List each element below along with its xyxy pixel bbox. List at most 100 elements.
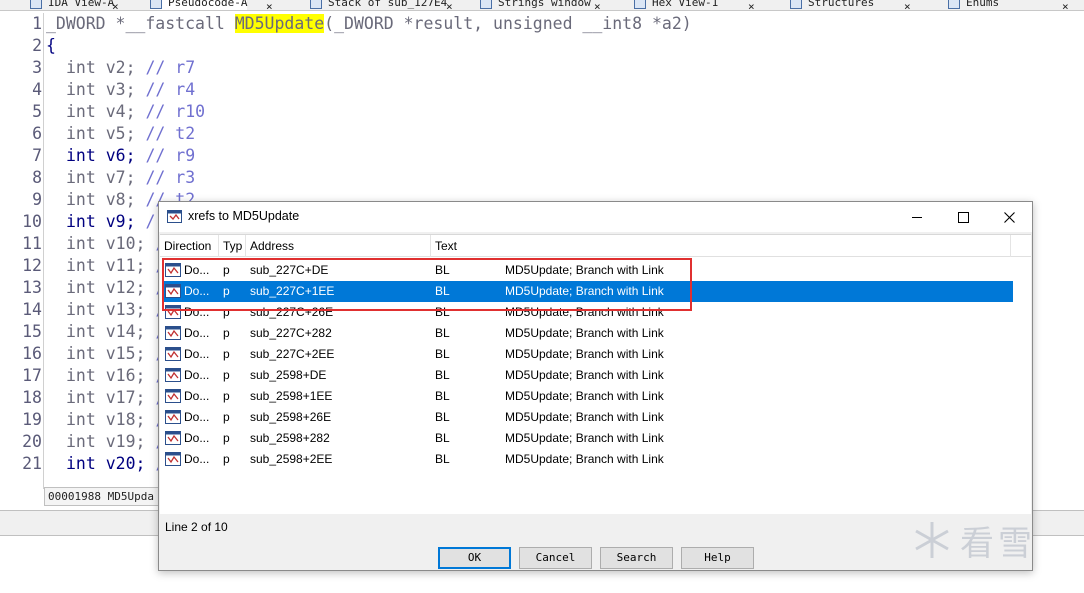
- tab-structures[interactable]: Structures: [790, 0, 874, 10]
- table-row[interactable]: Do... p sub_227C+26E BL MD5Update; Branch wi…: [162, 302, 1013, 323]
- minimize-button[interactable]: [894, 202, 940, 232]
- table-row[interactable]: Do... p sub_2598+282 BL MD5Update; Branch wi…: [162, 428, 1013, 449]
- line-number: 5: [32, 102, 42, 121]
- variable-name[interactable]: v20;: [106, 454, 146, 473]
- highlighted-function-name[interactable]: MD5Update: [234, 14, 325, 33]
- tab-close-icon[interactable]: ×: [446, 0, 453, 10]
- type-keyword: int: [66, 212, 96, 231]
- column-header-address[interactable]: Address: [246, 235, 431, 257]
- tab-enums[interactable]: Enums: [948, 0, 999, 10]
- tab-close-icon[interactable]: ×: [904, 0, 911, 10]
- cell-direction: Do...: [184, 410, 210, 424]
- variable-name[interactable]: v7;: [106, 168, 136, 187]
- dialog-title-bar[interactable]: xrefs to MD5Update: [159, 202, 1032, 232]
- tab-pseudocode-a[interactable]: Pseudocode-A: [150, 0, 248, 10]
- xref-down-icon: [165, 326, 181, 340]
- variable-name[interactable]: v8;: [106, 190, 136, 209]
- maximize-button[interactable]: [940, 202, 986, 232]
- variable-name[interactable]: v5;: [106, 124, 136, 143]
- variable-declaration: int v3; // r4: [66, 79, 195, 101]
- ok-button[interactable]: OK: [438, 547, 511, 569]
- register-comment: // r10: [145, 102, 206, 121]
- line-number: 3: [32, 58, 42, 77]
- type-keyword: int: [66, 190, 96, 209]
- tab-close-icon[interactable]: ×: [748, 0, 755, 10]
- type-keyword: int: [66, 344, 96, 363]
- table-row[interactable]: Do... p sub_2598+2EE BL MD5Update; Branch wi…: [162, 449, 1013, 470]
- tab-ida-view-a[interactable]: IDA View-A: [30, 0, 115, 10]
- table-row[interactable]: Do... p sub_227C+1EE BL MD5Update; Branch wi…: [162, 281, 1013, 302]
- line-counter: Line 2 of 10: [165, 520, 228, 534]
- variable-name[interactable]: v19;: [106, 432, 146, 451]
- type-keyword: int: [66, 300, 96, 319]
- line-number: 18: [22, 388, 42, 407]
- cancel-button[interactable]: Cancel: [519, 547, 592, 569]
- type-keyword: int: [66, 256, 96, 275]
- tab-close-icon[interactable]: ×: [266, 0, 273, 10]
- xrefs-list[interactable]: Direction Typ Address Text Do... p sub_227…: [160, 234, 1031, 514]
- variable-name[interactable]: v12;: [106, 278, 146, 297]
- variable-name[interactable]: v16;: [106, 366, 146, 385]
- tab-close-icon[interactable]: ×: [594, 0, 601, 10]
- variable-name[interactable]: v9;: [106, 212, 136, 231]
- variable-name[interactable]: v10;: [106, 234, 146, 253]
- tab-strings-window[interactable]: Strings window: [480, 0, 591, 10]
- variable-name[interactable]: v18;: [106, 410, 146, 429]
- cell-text: MD5Update; Branch with Link: [505, 263, 664, 277]
- search-button[interactable]: Search: [600, 547, 673, 569]
- xref-down-icon: [165, 389, 181, 403]
- cell-direction: Do...: [184, 284, 210, 298]
- xref-down-icon: [165, 347, 181, 361]
- column-header-direction[interactable]: Direction: [160, 235, 219, 257]
- tab-close-icon[interactable]: ×: [112, 0, 119, 10]
- line-number: 21: [22, 454, 42, 473]
- xref-down-icon: [165, 410, 181, 424]
- table-row[interactable]: Do... p sub_2598+DE BL MD5Update; Branch wit…: [162, 365, 1013, 386]
- xref-down-icon: [165, 284, 181, 298]
- type-keyword: int: [66, 410, 96, 429]
- cell-text: MD5Update; Branch with Link: [505, 326, 664, 340]
- table-row[interactable]: Do... p sub_227C+DE BL MD5Update; Branch wit…: [162, 260, 1013, 281]
- line-number: 12: [22, 256, 42, 275]
- snowflake-icon: [915, 522, 949, 558]
- line-number: 19: [22, 410, 42, 429]
- tab-view-icon: [30, 0, 42, 9]
- table-row[interactable]: Do... p sub_2598+26E BL MD5Update; Branch wi…: [162, 407, 1013, 428]
- variable-name[interactable]: v14;: [106, 322, 146, 341]
- help-button[interactable]: Help: [681, 547, 754, 569]
- type-keyword: int: [66, 454, 96, 473]
- cell-type: p: [223, 284, 230, 298]
- close-button[interactable]: [986, 202, 1032, 232]
- tab-hex-view-1[interactable]: Hex View-1: [634, 0, 718, 10]
- variable-name[interactable]: v15;: [106, 344, 146, 363]
- column-header-type[interactable]: Typ: [219, 235, 246, 257]
- variable-name[interactable]: v2;: [106, 58, 136, 77]
- tab-view-icon: [480, 0, 492, 9]
- cell-address: sub_227C+26E: [250, 305, 334, 319]
- variable-name[interactable]: v3;: [106, 80, 136, 99]
- tab-label: IDA View-A: [48, 0, 115, 9]
- tab-stack-of-sub-127e4[interactable]: Stack of sub_127E4: [310, 0, 447, 10]
- table-row[interactable]: Do... p sub_227C+2EE BL MD5Update; Branch wi…: [162, 344, 1013, 365]
- variable-name[interactable]: v4;: [106, 102, 136, 121]
- table-row[interactable]: Do... p sub_2598+1EE BL MD5Update; Branch wi…: [162, 386, 1013, 407]
- variable-name[interactable]: v17;: [106, 388, 146, 407]
- line-number: 7: [32, 146, 42, 165]
- cell-direction: Do...: [184, 452, 210, 466]
- cell-mnemonic: BL: [435, 368, 450, 382]
- cell-address: sub_2598+1EE: [250, 389, 333, 403]
- cell-direction: Do...: [184, 368, 210, 382]
- type-keyword: int: [66, 124, 96, 143]
- table-row[interactable]: Do... p sub_227C+282 BL MD5Update; Branch wi…: [162, 323, 1013, 344]
- watermark-text: 看雪: [960, 524, 1036, 563]
- variable-name[interactable]: v13;: [106, 300, 146, 319]
- column-header-text[interactable]: Text: [431, 235, 1011, 257]
- tab-close-icon[interactable]: ×: [1062, 0, 1069, 10]
- variable-name[interactable]: v6;: [106, 146, 136, 165]
- variable-name[interactable]: v11;: [106, 256, 146, 275]
- tab-label: Strings window: [498, 0, 591, 9]
- signature-prefix: _DWORD *__fastcall: [46, 14, 235, 33]
- cell-type: p: [223, 410, 230, 424]
- line-number: 11: [22, 234, 42, 253]
- type-keyword: int: [66, 146, 96, 165]
